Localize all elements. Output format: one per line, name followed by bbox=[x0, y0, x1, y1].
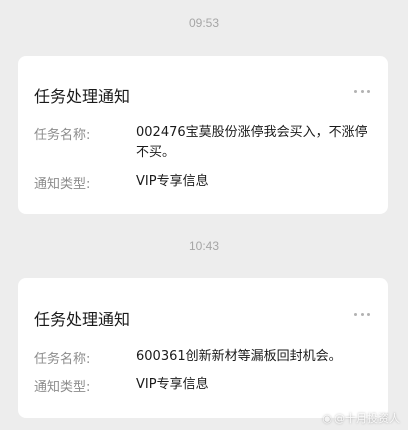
card-title: 任务处理通知 bbox=[34, 87, 131, 106]
task-name-row: 任务名称: 002476宝莫股份涨停我会买入，不涨停不买。 bbox=[34, 124, 372, 164]
notify-type-row: 通知类型: VIP专享信息 bbox=[34, 376, 372, 396]
task-name-label: 任务名称: bbox=[34, 352, 91, 367]
watermark: ◉ @十月投资人 bbox=[322, 410, 400, 426]
message-timestamp: 09:53 bbox=[188, 16, 220, 30]
card-title: 任务处理通知 bbox=[34, 310, 131, 329]
notify-type-label: 通知类型: bbox=[34, 380, 91, 395]
notify-type-value: VIP专享信息 bbox=[136, 174, 209, 189]
task-name-row: 任务名称: 600361创新新材等漏板回封机会。 bbox=[34, 348, 372, 368]
notification-card[interactable]: 任务处理通知 任务名称: 600361创新新材等漏板回封机会。 通知类型: VI… bbox=[18, 278, 388, 418]
task-name-value: 002476宝莫股份涨停我会买入，不涨停不买。 bbox=[136, 125, 368, 160]
message-timestamp: 10:43 bbox=[188, 239, 220, 253]
notification-card[interactable]: 任务处理通知 任务名称: 002476宝莫股份涨停我会买入，不涨停不买。 通知类… bbox=[18, 56, 388, 214]
notify-type-label: 通知类型: bbox=[34, 177, 91, 192]
notify-type-row: 通知类型: VIP专享信息 bbox=[34, 173, 372, 193]
weibo-icon: ◉ bbox=[322, 411, 332, 425]
more-options-icon[interactable] bbox=[354, 89, 370, 93]
watermark-text: @十月投资人 bbox=[334, 412, 400, 425]
notify-type-value: VIP专享信息 bbox=[136, 377, 209, 392]
task-name-label: 任务名称: bbox=[34, 128, 91, 143]
more-options-icon[interactable] bbox=[354, 312, 370, 316]
task-name-value: 600361创新新材等漏板回封机会。 bbox=[136, 349, 342, 364]
